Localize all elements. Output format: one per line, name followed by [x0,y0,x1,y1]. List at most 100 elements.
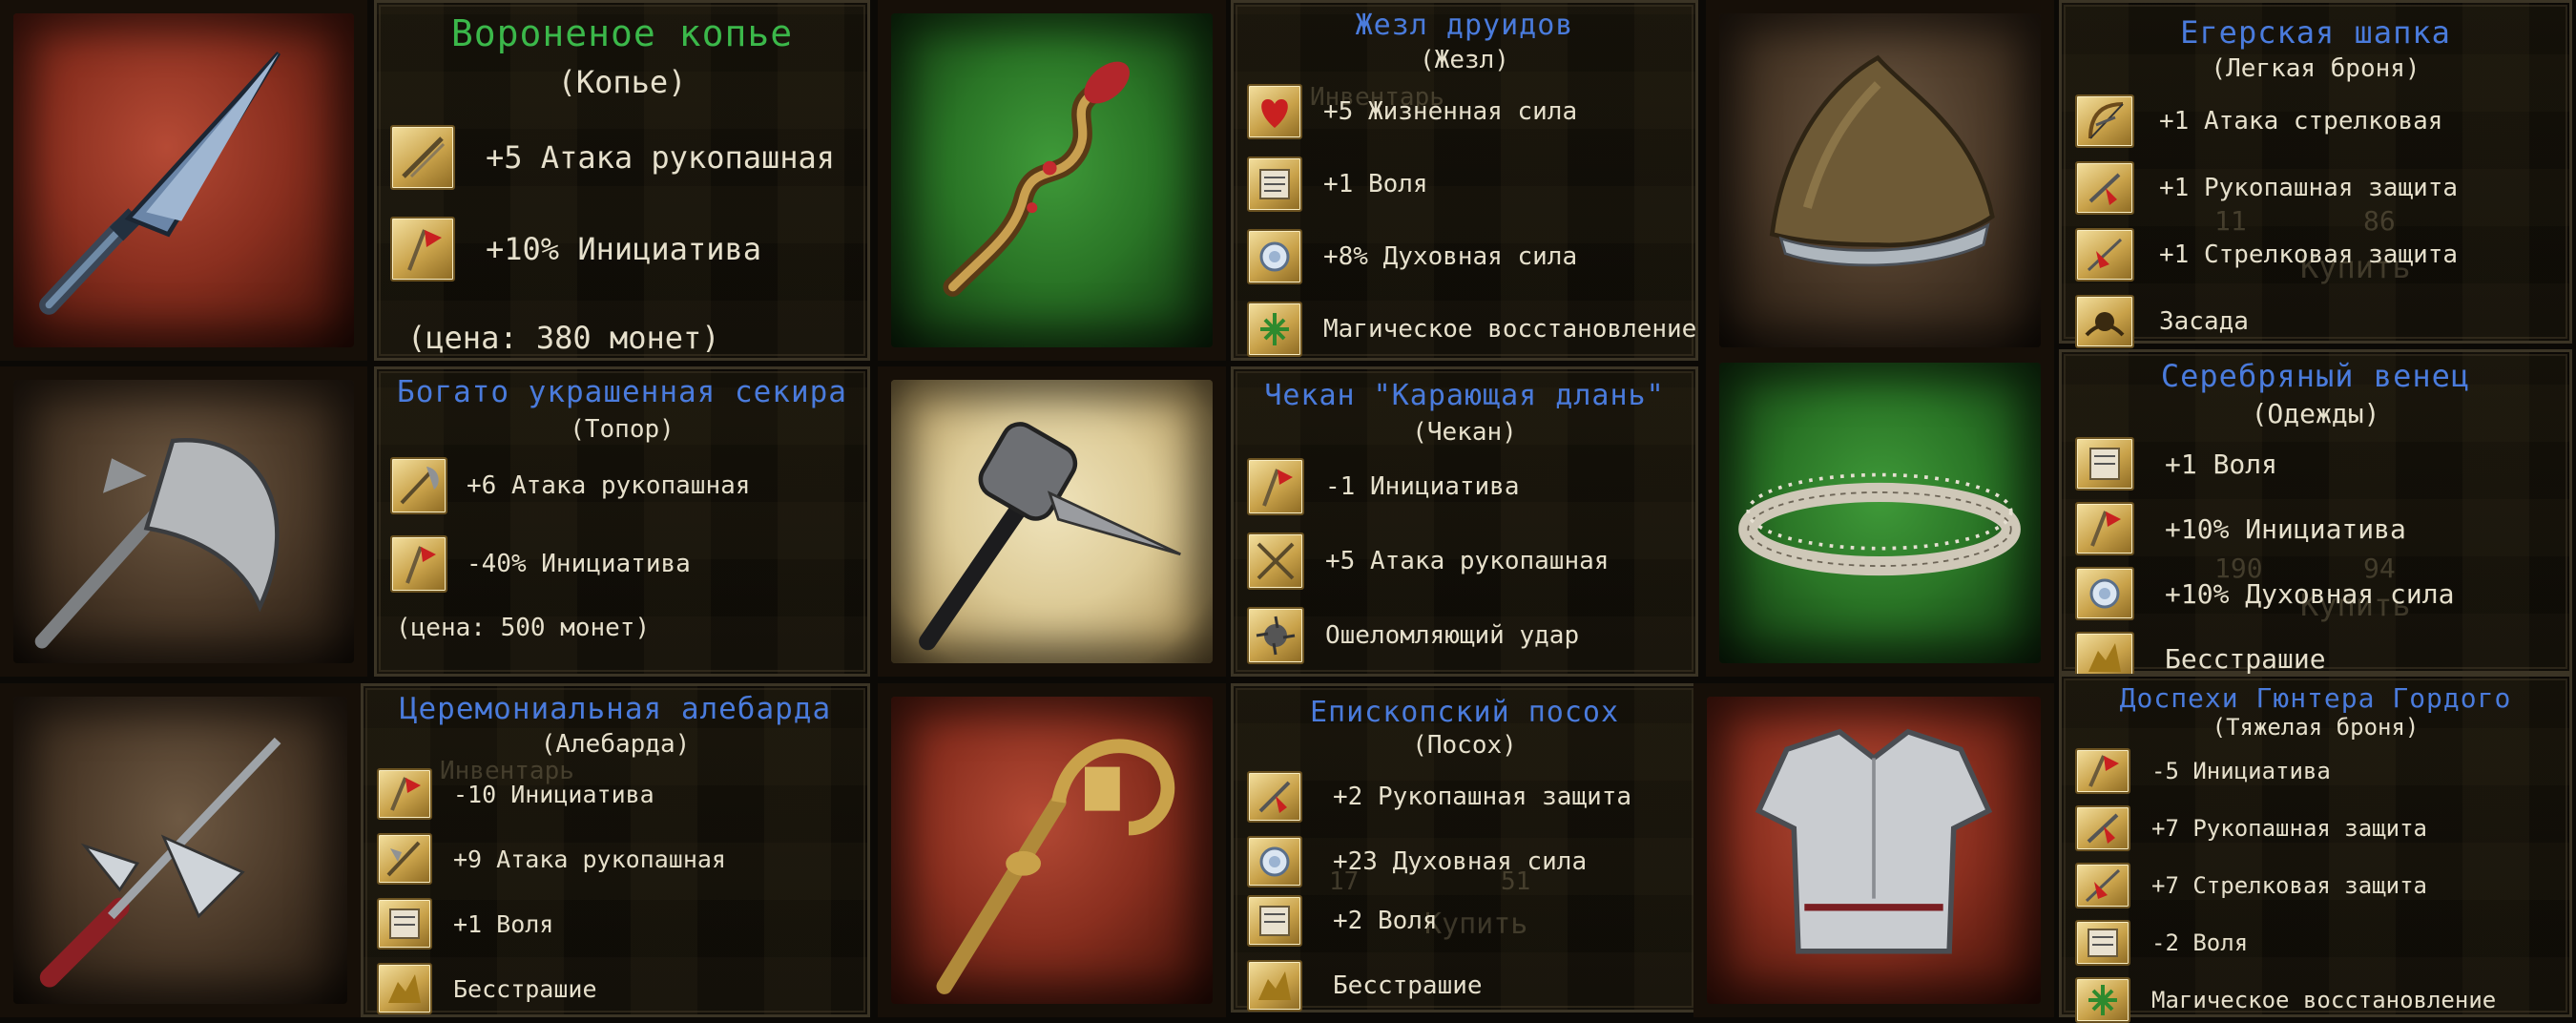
stat-row: -5 Инициатива [2075,748,2556,794]
stat-row: +8% Духовная сила [1247,229,1682,284]
item-type: (Легкая броня) [2211,54,2420,83]
stat-row: +7 Стрелковая защита [2075,863,2556,908]
item-tooltip-blued-spear: Вороненое копье (Копье) +5 Атака рукопаш… [374,0,870,361]
initiative-icon [377,768,432,820]
item-tooltip-druid-wand: Инвентарь Жезл друидов (Жезл) +5 Жизненн… [1231,0,1698,361]
item-title: Вороненое копье [450,12,794,54]
plate-armor-icon [1755,728,1993,954]
fearless-icon [1247,960,1302,1012]
item-tooltip-ranger-hat: 11 86 Купить Егерская шапка (Легкая брон… [2059,0,2572,348]
scroll-icon [2075,437,2134,491]
wand-icon [943,61,1130,297]
halberd-icon [39,737,281,988]
item-title: Чекан "Карающая длань" [1264,379,1665,412]
stat-text: -40% Инициатива [467,550,691,578]
heart-icon [1247,84,1302,139]
item-portrait-ornate-axe [0,366,367,677]
bow-icon [2075,94,2134,148]
stun-strike-icon [1247,607,1304,664]
initiative-icon [390,535,447,593]
stat-row: +2 Воля [1247,895,1682,947]
item-portrait-silver-circlet [1706,349,2054,677]
spear-icon [39,52,281,315]
war-pick-icon [919,422,1181,651]
stat-text: +2 Воля [1333,907,1438,935]
stat-text: +6 Атака рукопашная [467,471,751,500]
spirit-orb-icon [2075,567,2134,620]
stat-text: +7 Стрелковая защита [2151,872,2427,899]
melee-defense-icon [2075,805,2130,851]
spirit-orb-icon [1247,836,1302,887]
stat-row: Засада [2075,295,2556,348]
item-title: Жезл друидов [1355,9,1574,42]
stat-row: +10% Инициатива [390,217,854,282]
item-title: Серебряный венец [2160,358,2471,394]
stat-row: +23 Духовная сила [1247,836,1682,887]
stat-text: Ошеломляющий удар [1325,621,1580,650]
item-portrait-punishing-hand-pick [878,366,1226,677]
stat-row: +9 Атака рукопашная [377,833,854,885]
item-tooltip-gunther-armor: Доспехи Гюнтера Гордого (Тяжелая броня) … [2059,674,2572,1023]
stat-text: +1 Воля [2165,448,2278,480]
stat-row: Бесстрашие [377,963,854,1014]
item-tooltip-punishing-hand-pick: Чекан "Карающая длань" (Чекан) -1 Инициа… [1231,366,1698,677]
stat-text: +10% Инициатива [486,231,761,267]
stat-row: +7 Рукопашная защита [2075,805,2556,851]
item-portrait-ceremonial-halberd [0,683,361,1017]
item-price: (цена: 500 монет) [396,614,651,642]
stat-row: Магическое восстановление [2075,977,2556,1023]
stat-text: +1 Воля [1323,170,1428,198]
item-price: (цена: 380 монет) [407,320,720,356]
initiative-icon [1247,458,1304,515]
stat-text: +5 Атака рукопашная [486,139,836,176]
melee-attack-icon [1247,532,1304,590]
magic-regen-icon [2075,977,2130,1023]
item-type: (Чекан) [1412,418,1517,447]
stat-row: +2 Рукопашная защита [1247,771,1682,823]
stat-text: Засада [2159,307,2249,336]
ambush-icon [2075,295,2134,348]
item-tooltip-ceremonial-halberd: Инвентарь Церемониальная алебарда (Алеба… [361,683,870,1017]
item-tooltip-ornate-axe: Богато украшенная секира (Топор) +6 Атак… [374,366,870,677]
item-type: (Алебарда) [540,730,691,759]
item-type: (Копье) [557,64,687,100]
stat-row: Бесстрашие [1247,960,1682,1012]
hat-icon [1769,54,1995,267]
stat-text: -1 Инициатива [1325,472,1520,501]
stat-row: -40% Инициатива [390,535,854,593]
circlet-icon [1738,472,2021,576]
item-title: Церемониальная алебарда [399,692,832,726]
stat-text: +8% Духовная сила [1323,242,1578,271]
stat-text: +1 Воля [453,909,554,938]
initiative-icon [390,217,455,282]
stat-text: Бесстрашие [453,974,597,1003]
stat-text: +1 Атака стрелковая [2159,107,2443,136]
stat-row: +6 Атака рукопашная [390,457,854,514]
stat-text: +9 Атака рукопашная [453,845,726,873]
item-portrait-druid-wand [878,0,1226,361]
stat-text: -10 Инициатива [453,780,654,808]
stat-row: -10 Инициатива [377,768,854,820]
stat-row: +5 Атака рукопашная [390,125,854,190]
melee-defense-icon [1247,771,1302,823]
initiative-icon [2075,748,2130,794]
item-title: Епископский посох [1309,696,1620,729]
stat-text: +5 Жизненная сила [1323,97,1578,126]
item-portrait-blued-spear [0,0,367,361]
stat-row: +10% Инициатива [2075,502,2556,555]
stat-text: Бесстрашие [1333,971,1483,1000]
spirit-orb-icon [1247,229,1302,284]
stat-row: +5 Атака рукопашная [1247,532,1682,590]
stat-text: -2 Воля [2151,929,2249,956]
axe-icon [34,437,280,649]
stat-text: +23 Духовная сила [1333,847,1588,876]
melee-attack-icon [377,833,432,885]
ranged-defense-icon [2075,228,2134,282]
stat-text: +5 Атака рукопашная [1325,547,1610,575]
initiative-icon [2075,502,2134,555]
scroll-icon [1247,895,1302,947]
item-tooltip-silver-circlet: 190 94 Купить Серебряный венец (Одежды) … [2059,349,2572,685]
stat-row: Ошеломляющий удар [1247,607,1682,664]
stat-row: +1 Стрелковая защита [2075,228,2556,282]
item-portrait-bishop-staff [878,683,1226,1017]
